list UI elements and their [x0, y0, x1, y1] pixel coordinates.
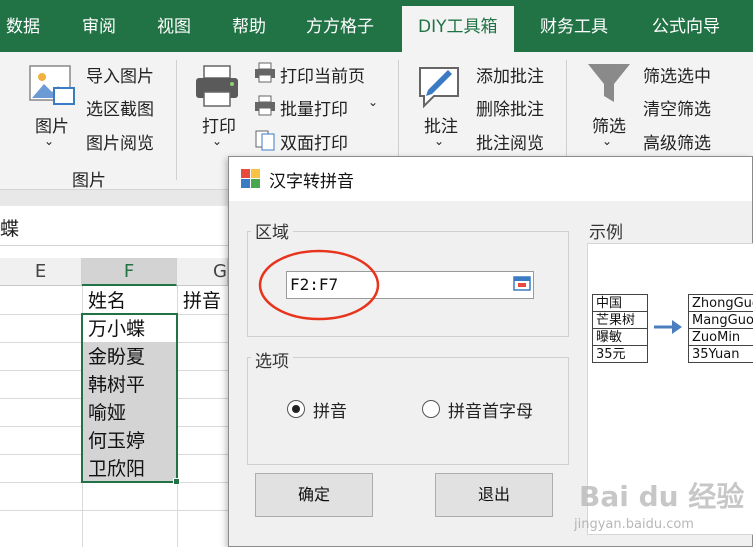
import-picture-button[interactable]: 导入图片: [86, 62, 154, 87]
grid-line: [0, 510, 228, 511]
options-group-label: 选项: [251, 347, 293, 372]
cell-f1[interactable]: 姓名: [82, 287, 126, 315]
filter-funnel-icon[interactable]: [586, 62, 632, 106]
cell-f3[interactable]: 金盼夏: [82, 343, 145, 371]
radio-pinyin-label[interactable]: 拼音: [313, 397, 347, 422]
batch-print-icon: [255, 95, 275, 116]
cell-f7[interactable]: 卫欣阳: [82, 455, 145, 483]
import-picture-icon: [60, 66, 82, 86]
ok-button[interactable]: 确定: [255, 473, 373, 517]
example-result-cell: ZhongGuo: [688, 294, 753, 312]
advanced-filter-button[interactable]: 高级筛选: [643, 129, 711, 154]
cell-f6[interactable]: 何玉婷: [82, 427, 145, 455]
duplex-print-icon: [255, 130, 275, 151]
tab-view[interactable]: 视图: [157, 0, 191, 52]
dialog-title-bar[interactable]: 汉字转拼音: [229, 157, 752, 201]
example-result-cell: MangGuoShu: [688, 311, 753, 329]
print-current-icon: [255, 62, 275, 83]
fill-handle[interactable]: [173, 478, 180, 485]
range-picker-icon[interactable]: [513, 275, 531, 293]
example-result-cell: ZuoMin: [688, 328, 753, 346]
dialog-title: 汉字转拼音: [269, 172, 354, 192]
example-source-cell: 曝敏: [592, 328, 648, 346]
example-label: 示例: [585, 218, 627, 243]
browse-comments-button[interactable]: 批注阅览: [476, 129, 544, 154]
example-result-cell: 35Yuan: [688, 345, 753, 363]
chevron-down-icon[interactable]: ⌄: [44, 134, 54, 148]
region-screenshot-button[interactable]: 选区截图: [86, 95, 154, 120]
add-comment-button[interactable]: 添加批注: [476, 62, 544, 87]
chevron-down-icon[interactable]: ⌄: [602, 134, 612, 148]
example-source-cell: 中国: [592, 294, 648, 312]
pinyin-dialog: 汉字转拼音 区域 F2:F7 选项 拼音 拼音首字母 确定 退出 示例 中国 芒…: [228, 156, 753, 547]
arrow-right-icon: [654, 320, 682, 334]
chevron-down-icon[interactable]: ⌄: [212, 134, 222, 148]
ribbon-tab-bar: 数据 审阅 视图 帮助 方方格子 DIY工具箱 财务工具 公式向导: [0, 0, 753, 52]
region-group-label: 区域: [251, 218, 293, 243]
app-icon: [241, 169, 260, 188]
delete-comment-button[interactable]: 删除批注: [476, 95, 544, 120]
tab-fangfang[interactable]: 方方格子: [306, 0, 374, 52]
formula-bar[interactable]: 蝶: [0, 206, 228, 246]
chevron-down-icon[interactable]: ⌄: [368, 95, 378, 109]
example-source-cell: 芒果树: [592, 311, 648, 329]
comment-icon[interactable]: [414, 60, 464, 110]
exit-button[interactable]: 退出: [435, 473, 553, 517]
batch-print-button[interactable]: 批量打印: [280, 95, 348, 120]
tab-diy-toolbox[interactable]: DIY工具箱: [402, 6, 514, 52]
tab-data[interactable]: 数据: [6, 0, 40, 52]
radio-pinyin[interactable]: [287, 400, 305, 418]
watermark-url: jingyan.baidu.com: [574, 517, 694, 532]
column-header-f[interactable]: F: [82, 258, 177, 286]
column-header-g[interactable]: G: [177, 258, 228, 286]
cell-f5[interactable]: 喻娅: [82, 399, 126, 427]
clear-filter-button[interactable]: 清空筛选: [643, 95, 711, 120]
tab-formula-wizard[interactable]: 公式向导: [652, 0, 720, 52]
watermark: Bai du 经验: [579, 480, 745, 513]
tab-help[interactable]: 帮助: [232, 0, 266, 52]
cell-f2[interactable]: 万小蝶: [82, 315, 145, 343]
radio-pinyin-initials[interactable]: [422, 400, 440, 418]
cell-g1[interactable]: 拼音: [177, 287, 221, 315]
annotation-circle: [258, 249, 380, 321]
print-current-page-button[interactable]: 打印当前页: [280, 62, 365, 87]
picture-browse-button[interactable]: 图片阅览: [86, 129, 154, 154]
ribbon-separator: [176, 60, 177, 180]
example-source-cell: 35元: [592, 345, 648, 363]
filter-selected-button[interactable]: 筛选选中: [643, 62, 711, 87]
duplex-print-button[interactable]: 双面打印: [280, 129, 348, 154]
formula-bar-text: 蝶: [0, 218, 20, 240]
chevron-down-icon[interactable]: ⌄: [434, 134, 444, 148]
cell-f4[interactable]: 韩树平: [82, 371, 145, 399]
column-header-e[interactable]: E: [0, 258, 82, 286]
printer-icon[interactable]: [194, 64, 240, 108]
tab-finance-tools[interactable]: 财务工具: [540, 0, 608, 52]
tab-review[interactable]: 审阅: [82, 0, 116, 52]
ribbon-bottom-strip: [0, 190, 228, 206]
picture-group-label: 图片: [72, 171, 106, 191]
radio-pinyin-initials-label[interactable]: 拼音首字母: [448, 397, 533, 422]
